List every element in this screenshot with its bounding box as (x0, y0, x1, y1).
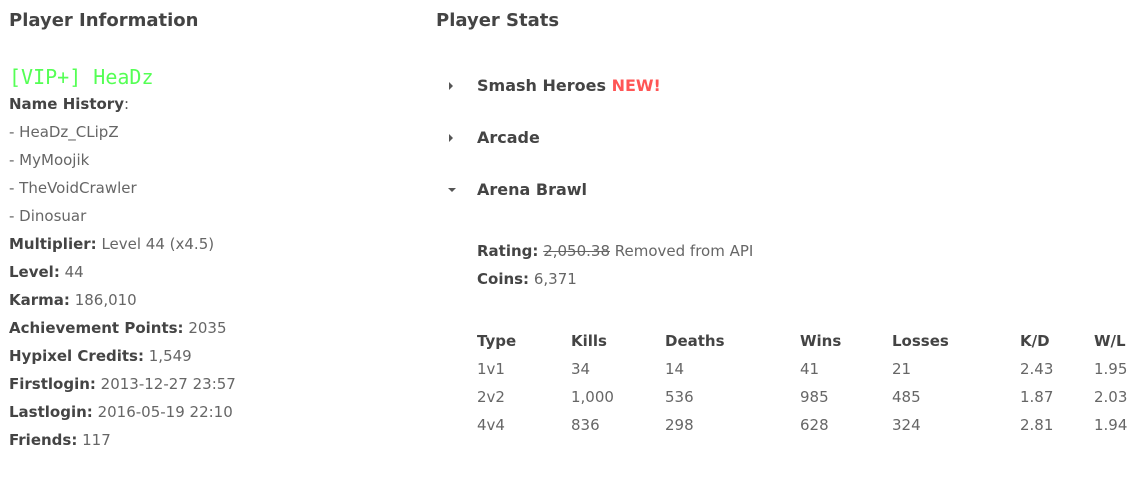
table-cell: 836 (571, 416, 600, 434)
rating-row: Rating: 2,050.38 Removed from API (477, 237, 753, 265)
section-arena-brawl[interactable]: Arena Brawl (436, 180, 1136, 232)
table-cell: 298 (665, 416, 694, 434)
field-label: Friends: (9, 431, 78, 449)
field-value: 2013-12-27 23:57 (100, 375, 236, 393)
table-row: 1v1 34 14 41 21 2.43 1.95 (475, 355, 1136, 383)
column-header: Deaths (665, 332, 725, 350)
column-header: Kills (571, 332, 607, 350)
coins-row: Coins: 6,371 (477, 265, 753, 293)
table-row: 4v4 836 298 628 324 2.81 1.94 (475, 411, 1136, 439)
lastlogin-row: Lastlogin: 2016-05-19 22:10 (9, 398, 409, 426)
table-cell: 34 (571, 360, 591, 378)
table-cell: 4v4 (477, 416, 505, 434)
field-label: Achievement Points: (9, 319, 184, 337)
friends-row: Friends: 117 (9, 426, 409, 454)
section-title: Smash Heroes NEW! (477, 76, 661, 96)
firstlogin-row: Firstlogin: 2013-12-27 23:57 (9, 370, 409, 398)
section-arcade[interactable]: Arcade (436, 128, 1136, 180)
new-badge: NEW! (611, 76, 661, 95)
table-cell: 21 (892, 360, 912, 378)
player-name: [VIP+] HeaDz (9, 65, 154, 89)
table-cell: 485 (892, 388, 921, 406)
column-header: W/L (1094, 332, 1126, 350)
field-value: 117 (82, 431, 111, 449)
column-header: K/D (1020, 332, 1050, 350)
table-row: 2v2 1,000 536 985 485 1.87 2.03 (475, 383, 1136, 411)
table-cell: 1,000 (571, 388, 614, 406)
rating-label: Rating: (477, 242, 539, 260)
field-value: 2035 (188, 319, 227, 337)
table-header-row: Type Kills Deaths Wins Losses K/D W/L (475, 327, 1136, 355)
name-history-item: - HeaDz_CLipZ (9, 123, 119, 141)
name-history-row: Name History: (9, 90, 409, 118)
coins-label: Coins: (477, 270, 530, 288)
rating-note: Removed from API (614, 242, 754, 260)
caret-right-icon (449, 82, 453, 90)
column-header: Losses (892, 332, 949, 350)
field-label: Multiplier: (9, 235, 97, 253)
table-cell: 2.03 (1094, 388, 1128, 406)
field-value: 2016-05-19 22:10 (97, 403, 233, 421)
field-label: Karma: (9, 291, 70, 309)
name-history-label: Name History (9, 95, 124, 113)
name-history-item: - TheVoidCrawler (9, 179, 137, 197)
name-history-colon: : (123, 95, 130, 113)
table-cell: 14 (665, 360, 685, 378)
coins-value: 6,371 (533, 270, 577, 288)
field-value: 186,010 (74, 291, 137, 309)
section-smash-heroes[interactable]: Smash Heroes NEW! (436, 76, 1136, 128)
arena-stats-table: Type Kills Deaths Wins Losses K/D W/L 1v… (475, 327, 1136, 439)
section-title: Arcade (477, 128, 540, 147)
table-cell: 628 (800, 416, 829, 434)
table-cell: 1v1 (477, 360, 505, 378)
column-header: Type (477, 332, 517, 350)
column-header: Wins (800, 332, 842, 350)
table-cell: 985 (800, 388, 829, 406)
rating-value: 2,050.38 (543, 242, 610, 260)
caret-down-icon (448, 188, 456, 192)
player-information-panel: Player Information [VIP+] HeaDz Name His… (9, 9, 409, 454)
name-history-item: - Dinosuar (9, 207, 87, 225)
level-row: Level: 44 (9, 258, 409, 286)
achievement-points-row: Achievement Points: 2035 (9, 314, 409, 342)
field-label: Level: (9, 263, 60, 281)
karma-row: Karma: 186,010 (9, 286, 409, 314)
table-cell: 2.43 (1020, 360, 1054, 378)
table-cell: 324 (892, 416, 921, 434)
multiplier-row: Multiplier: Level 44 (x4.5) (9, 230, 409, 258)
table-cell: 2.81 (1020, 416, 1054, 434)
caret-right-icon (449, 134, 453, 142)
section-title: Arena Brawl (477, 180, 588, 199)
table-cell: 1.94 (1094, 416, 1128, 434)
player-stats-heading: Player Stats (436, 10, 560, 31)
name-history-item: - MyMoojik (9, 151, 90, 169)
table-cell: 1.95 (1094, 360, 1128, 378)
field-value: 44 (64, 263, 84, 281)
table-cell: 2v2 (477, 388, 505, 406)
player-stats-panel: Player Stats Smash Heroes NEW! Arcade Ar… (436, 9, 1136, 434)
field-value: Level 44 (x4.5) (101, 235, 215, 253)
field-label: Hypixel Credits: (9, 347, 144, 365)
hypixel-credits-row: Hypixel Credits: 1,549 (9, 342, 409, 370)
field-label: Lastlogin: (9, 403, 93, 421)
table-cell: 536 (665, 388, 694, 406)
field-value: 1,549 (148, 347, 192, 365)
table-cell: 41 (800, 360, 820, 378)
field-label: Firstlogin: (9, 375, 96, 393)
player-information-heading: Player Information (9, 10, 199, 31)
table-cell: 1.87 (1020, 388, 1054, 406)
section-title-text: Smash Heroes (477, 76, 606, 95)
arena-brawl-details: Rating: 2,050.38 Removed from API Coins:… (477, 237, 753, 293)
